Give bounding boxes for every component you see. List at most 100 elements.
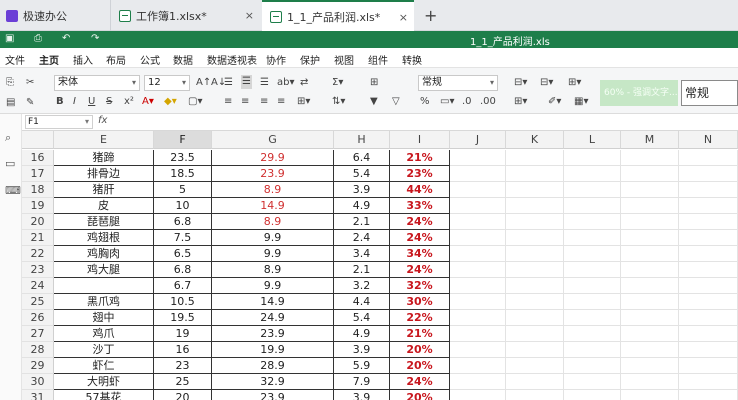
table-cell-g[interactable]: 14.9 <box>212 294 334 310</box>
table-cell-f[interactable]: 18.5 <box>154 166 212 182</box>
empty-cell[interactable] <box>621 326 679 342</box>
empty-cell[interactable] <box>679 326 738 342</box>
close-tab-icon[interactable]: × <box>399 11 408 24</box>
table-cell-f[interactable]: 6.7 <box>154 278 212 294</box>
cell-style-accent-60[interactable]: 60% - 强调文字... <box>600 80 678 106</box>
table-cell-f[interactable]: 6.5 <box>154 246 212 262</box>
empty-cell[interactable] <box>506 166 564 182</box>
table-cell-g[interactable]: 24.9 <box>212 310 334 326</box>
align-bottom-icon[interactable]: ☰ <box>260 77 269 89</box>
empty-cell[interactable] <box>564 214 621 230</box>
comma-style-icon[interactable]: ▭▾ <box>440 96 454 108</box>
column-header-e[interactable]: E <box>54 131 154 149</box>
empty-cell[interactable] <box>450 262 506 278</box>
table-cell-h[interactable]: 5.4 <box>334 310 390 326</box>
cut-icon[interactable]: ✂ <box>26 77 34 89</box>
sort-icon[interactable]: ⇅▾ <box>332 96 345 108</box>
fill-color-icon[interactable]: ◆▾ <box>164 96 177 108</box>
menu-insert[interactable]: 插入 <box>73 52 93 67</box>
row-header[interactable]: 22 <box>22 246 54 262</box>
empty-cell[interactable] <box>450 246 506 262</box>
spreadsheet-grid[interactable]: E F G H I J K L M N 16 猪蹄 23.5 29.9 6.4 21% 17 排骨边 18.5 23.… <box>22 131 738 400</box>
menu-layout[interactable]: 布局 <box>106 52 126 67</box>
italic-icon[interactable]: I <box>73 96 76 108</box>
table-cell-h[interactable]: 2.1 <box>334 214 390 230</box>
table-cell-h[interactable]: 4.9 <box>334 326 390 342</box>
table-cell-i[interactable]: 30% <box>390 294 450 310</box>
menu-protect[interactable]: 保护 <box>300 52 320 67</box>
wrap-text-icon[interactable]: ⇄ <box>300 77 308 89</box>
empty-cell[interactable] <box>506 198 564 214</box>
table-cell-h[interactable]: 5.4 <box>334 166 390 182</box>
empty-cell[interactable] <box>621 294 679 310</box>
increase-decimal-icon[interactable]: .0 <box>462 96 472 108</box>
filter-icon[interactable]: ▼ <box>370 96 378 108</box>
strikethrough-icon[interactable]: S <box>106 96 112 108</box>
empty-cell[interactable] <box>450 198 506 214</box>
increase-font-icon[interactable]: A↑ <box>196 77 211 89</box>
table-cell-i[interactable]: 32% <box>390 278 450 294</box>
empty-cell[interactable] <box>621 214 679 230</box>
align-top-icon[interactable]: ☰ <box>224 77 233 89</box>
undo-icon[interactable]: ↶ <box>62 33 70 44</box>
row-header[interactable]: 21 <box>22 230 54 246</box>
align-middle-icon[interactable]: ☰ <box>241 75 252 89</box>
comment-icon[interactable]: ▭ <box>5 157 15 170</box>
table-cell-e[interactable]: 鸡大腿 <box>54 262 154 278</box>
empty-cell[interactable] <box>450 342 506 358</box>
underline-icon[interactable]: U <box>88 96 95 108</box>
table-cell-g[interactable]: 32.9 <box>212 374 334 390</box>
empty-cell[interactable] <box>506 374 564 390</box>
column-header-f[interactable]: F <box>154 131 212 149</box>
empty-cell[interactable] <box>450 150 506 166</box>
table-cell-h[interactable]: 2.1 <box>334 262 390 278</box>
row-header[interactable]: 23 <box>22 262 54 278</box>
table-cell-g[interactable]: 19.9 <box>212 342 334 358</box>
clear-filter-icon[interactable]: ▽ <box>392 96 400 108</box>
empty-cell[interactable] <box>564 358 621 374</box>
empty-cell[interactable] <box>450 310 506 326</box>
table-cell-g[interactable]: 23.9 <box>212 166 334 182</box>
table-cell-f[interactable]: 19 <box>154 326 212 342</box>
table-cell-e[interactable]: 皮 <box>54 198 154 214</box>
empty-cell[interactable] <box>621 374 679 390</box>
empty-cell[interactable] <box>506 150 564 166</box>
column-header-i[interactable]: I <box>390 131 450 149</box>
empty-cell[interactable] <box>506 278 564 294</box>
row-header[interactable]: 30 <box>22 374 54 390</box>
table-cell-f[interactable]: 19.5 <box>154 310 212 326</box>
empty-cell[interactable] <box>621 246 679 262</box>
percent-icon[interactable]: % <box>420 96 430 108</box>
table-cell-h[interactable]: 4.9 <box>334 198 390 214</box>
insert-cells-icon[interactable]: ⊟▾ <box>514 77 527 89</box>
menu-data[interactable]: 数据 <box>173 52 193 67</box>
table-cell-h[interactable]: 6.4 <box>334 150 390 166</box>
empty-cell[interactable] <box>506 246 564 262</box>
table-cell-f[interactable]: 10.5 <box>154 294 212 310</box>
table-cell-e[interactable]: 排骨边 <box>54 166 154 182</box>
row-header[interactable]: 17 <box>22 166 54 182</box>
empty-cell[interactable] <box>679 230 738 246</box>
autosum-icon[interactable]: Σ▾ <box>332 77 343 89</box>
empty-cell[interactable] <box>564 230 621 246</box>
conditional-format-icon[interactable]: ▦▾ <box>574 96 588 108</box>
empty-cell[interactable] <box>621 310 679 326</box>
empty-cell[interactable] <box>450 182 506 198</box>
table-cell-f[interactable]: 23.5 <box>154 150 212 166</box>
table-cell-e[interactable] <box>54 278 154 294</box>
empty-cell[interactable] <box>564 246 621 262</box>
number-format-select[interactable]: 常规 ▾ <box>418 75 498 91</box>
empty-cell[interactable] <box>564 374 621 390</box>
empty-cell[interactable] <box>564 150 621 166</box>
align-right-icon[interactable]: ≡ <box>260 96 268 108</box>
empty-cell[interactable] <box>450 390 506 400</box>
empty-cell[interactable] <box>679 390 738 400</box>
empty-cell[interactable] <box>450 214 506 230</box>
menu-components[interactable]: 组件 <box>368 52 388 67</box>
empty-cell[interactable] <box>506 182 564 198</box>
table-cell-g[interactable]: 14.9 <box>212 198 334 214</box>
redo-icon[interactable]: ↷ <box>91 33 99 44</box>
empty-cell[interactable] <box>621 262 679 278</box>
empty-cell[interactable] <box>679 246 738 262</box>
table-cell-e[interactable]: 琵琶腿 <box>54 214 154 230</box>
